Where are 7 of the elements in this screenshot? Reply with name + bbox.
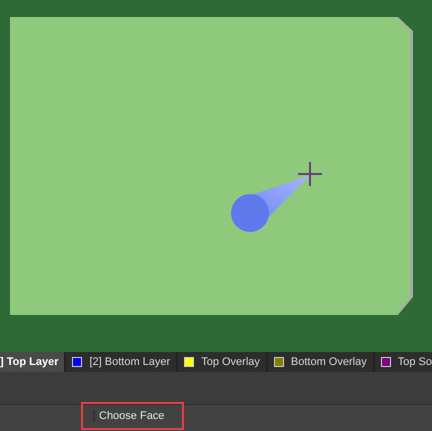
status-prompt: Choose Face <box>93 410 164 422</box>
layer-tab[interactable]: ] Top Layer <box>0 352 66 372</box>
layer-tab-label: ] Top Layer <box>0 356 58 368</box>
layer-tab-label: [2] Bottom Layer <box>89 356 170 368</box>
layer-tab-label: Top So <box>398 356 432 368</box>
layer-tab-label: Bottom Overlay <box>290 356 367 368</box>
layer-tab-label: Top Overlay <box>201 356 260 368</box>
